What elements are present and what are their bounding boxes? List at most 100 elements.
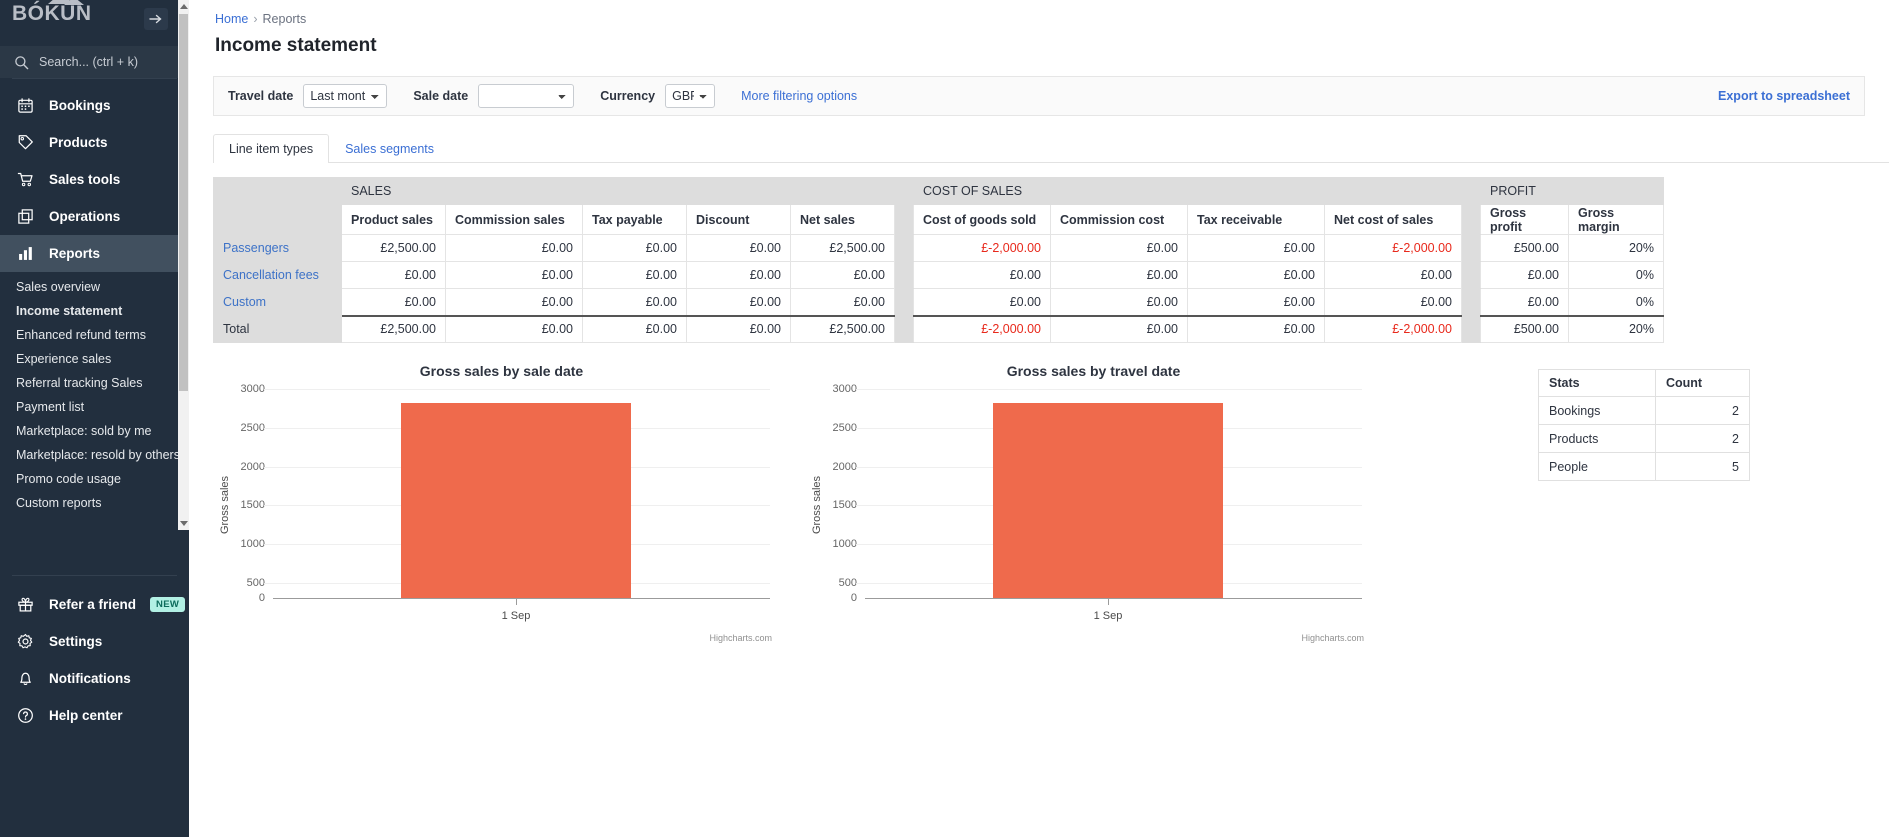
cell-gross-margin: 20% xyxy=(1568,314,1664,343)
currency-select[interactable]: GBP xyxy=(665,84,716,108)
currency-label: Currency xyxy=(600,89,656,103)
page-title: Income statement xyxy=(215,35,377,56)
scrollbar-down-arrow[interactable] xyxy=(178,517,189,530)
search-placeholder-text: Search... (ctrl + k) xyxy=(39,55,138,69)
column-header-blank xyxy=(213,204,342,235)
scrollbar-up-arrow[interactable] xyxy=(178,0,189,13)
table-row: Passengers £2,500.00 £0.00 £0.00 £0.00 £… xyxy=(213,234,1664,262)
stats-header-row: Stats Count xyxy=(1538,369,1750,397)
sidebar-scrollbar[interactable] xyxy=(178,0,189,530)
cell-tax-payable: £0.00 xyxy=(582,261,687,289)
travel-date-label: Travel date xyxy=(228,89,294,103)
cell-commission-sales: £0.00 xyxy=(445,261,583,289)
sidebar-item-sales-tools[interactable]: Sales tools xyxy=(0,161,189,198)
row-label-cancellation-fees[interactable]: Cancellation fees xyxy=(213,261,342,289)
column-header-tax-receivable: Tax receivable xyxy=(1187,204,1325,235)
chart-title: Gross sales by travel date xyxy=(1006,363,1181,379)
cell-net-sales: £2,500.00 xyxy=(790,314,895,343)
y-tick-label: 2500 xyxy=(832,422,857,434)
x-axis-line: 0 xyxy=(259,592,770,604)
sidebar-subitem-promo-code-usage[interactable]: Promo code usage xyxy=(0,467,189,491)
sidebar-item-notifications[interactable]: Notifications xyxy=(0,660,189,697)
sidebar-subitem-enhanced-refund-terms[interactable]: Enhanced refund terms xyxy=(0,323,189,347)
bar-1-sep[interactable] xyxy=(401,403,631,598)
cell-tax-receivable: £0.00 xyxy=(1187,288,1325,316)
sidebar-subitem-experience-sales[interactable]: Experience sales xyxy=(0,347,189,371)
bar-1-sep[interactable] xyxy=(993,403,1223,598)
table-gap-2 xyxy=(1461,177,1481,205)
row-label-passengers[interactable]: Passengers xyxy=(213,234,342,262)
y-tick-label: 500 xyxy=(838,577,857,589)
chart-plot-area: 3000 2500 2000 1500 1000 500 0 1 Sep xyxy=(241,383,770,622)
sidebar-item-products[interactable]: Products xyxy=(0,124,189,161)
app-root: BÓKUN Search... (ctrl + k) Bookings Prod… xyxy=(0,0,1889,837)
sidebar-subitem-custom-reports[interactable]: Custom reports xyxy=(0,491,189,515)
tab-line-item-types[interactable]: Line item types xyxy=(213,134,330,163)
column-header-commission-cost: Commission cost xyxy=(1050,204,1188,235)
column-header-net-cost-of-sales: Net cost of sales xyxy=(1324,204,1462,235)
cell-commission-cost: £0.00 xyxy=(1050,314,1188,343)
gear-icon xyxy=(16,632,35,651)
scrollbar-thumb[interactable] xyxy=(179,14,188,391)
stats-count-people: 5 xyxy=(1655,452,1750,481)
sidebar-item-reports[interactable]: Reports xyxy=(0,235,189,272)
breadcrumb-home[interactable]: Home xyxy=(215,12,248,26)
group-header-cost-of-sales: COST OF SALES xyxy=(913,177,1462,205)
cell-tax-receivable: £0.00 xyxy=(1187,234,1325,262)
cell-commission-cost: £0.00 xyxy=(1050,261,1188,289)
search-input[interactable]: Search... (ctrl + k) xyxy=(0,46,189,78)
export-to-spreadsheet-button[interactable]: Export to spreadsheet xyxy=(1718,89,1850,103)
sidebar-subitem-marketplace-sold-by-me[interactable]: Marketplace: sold by me xyxy=(0,419,189,443)
sidebar-item-help-center[interactable]: Help center xyxy=(0,697,189,734)
search-icon xyxy=(15,55,29,69)
table-head: SALES COST OF SALES PROFIT Product sales… xyxy=(213,177,1664,235)
stats-table: Stats Count Bookings 2 Products 2 People… xyxy=(1538,369,1750,481)
more-filtering-options-link[interactable]: More filtering options xyxy=(741,89,857,103)
travel-date-select[interactable]: Last month xyxy=(303,84,388,108)
sale-date-select[interactable] xyxy=(478,84,575,108)
sidebar-subitem-referral-tracking-sales[interactable]: Referral tracking Sales xyxy=(0,371,189,395)
cell-gross-profit: £0.00 xyxy=(1480,261,1569,289)
table-column-header-row: Product sales Commission sales Tax payab… xyxy=(213,204,1664,235)
row-label-custom[interactable]: Custom xyxy=(213,288,342,316)
group-header-sales: SALES xyxy=(341,177,895,205)
sidebar-item-bookings[interactable]: Bookings xyxy=(0,87,189,124)
y-tick-label: 1500 xyxy=(240,499,265,511)
y-tick-label: 2000 xyxy=(832,461,857,473)
table-gap-2 xyxy=(1461,234,1481,262)
sidebar-collapse-button[interactable] xyxy=(144,8,168,30)
tag-icon xyxy=(16,133,35,152)
sidebar-item-label: Sales tools xyxy=(49,172,121,187)
column-header-gross-margin: Gross margin xyxy=(1568,204,1664,235)
page-header: Home › Reports Income statement xyxy=(189,0,1889,57)
stats-header-stats: Stats xyxy=(1538,369,1656,397)
cell-discount: £0.00 xyxy=(686,288,791,316)
sidebar-subitem-marketplace-resold-by-others[interactable]: Marketplace: resold by others xyxy=(0,443,189,467)
stats-row: Bookings 2 xyxy=(1538,396,1750,425)
sidebar-item-operations[interactable]: Operations xyxy=(0,198,189,235)
table-total-row: Total £2,500.00 £0.00 £0.00 £0.00 £2,500… xyxy=(213,314,1664,343)
sidebar-item-settings[interactable]: Settings xyxy=(0,623,189,660)
cell-tax-receivable: £0.00 xyxy=(1187,314,1325,343)
cell-cost-of-goods-sold: £0.00 xyxy=(913,261,1051,289)
breadcrumb-separator: › xyxy=(253,12,258,26)
gift-icon xyxy=(16,595,35,614)
gridline: 3000 xyxy=(241,383,770,395)
sidebar-item-refer-a-friend[interactable]: Refer a friend NEW xyxy=(0,586,189,623)
cell-gross-profit: £0.00 xyxy=(1480,288,1569,316)
table-group-header-row: SALES COST OF SALES PROFIT xyxy=(213,177,1664,205)
sidebar-subitem-sales-overview[interactable]: Sales overview xyxy=(0,275,189,299)
cell-discount: £0.00 xyxy=(686,234,791,262)
y-tick-label: 3000 xyxy=(240,383,265,395)
column-header-net-sales: Net sales xyxy=(790,204,895,235)
cell-net-sales: £0.00 xyxy=(790,288,895,316)
tab-sales-segments[interactable]: Sales segments xyxy=(329,134,450,163)
highcharts-credit[interactable]: Highcharts.com xyxy=(1301,633,1364,643)
sidebar-subitem-payment-list[interactable]: Payment list xyxy=(0,395,189,419)
main-content: Home › Reports Income statement Travel dat… xyxy=(189,0,1889,837)
table-gap-1 xyxy=(894,315,914,343)
cell-gross-profit: £500.00 xyxy=(1480,234,1569,262)
question-circle-icon xyxy=(16,706,35,725)
highcharts-credit[interactable]: Highcharts.com xyxy=(709,633,772,643)
sidebar-subitem-income-statement[interactable]: Income statement xyxy=(0,299,189,323)
